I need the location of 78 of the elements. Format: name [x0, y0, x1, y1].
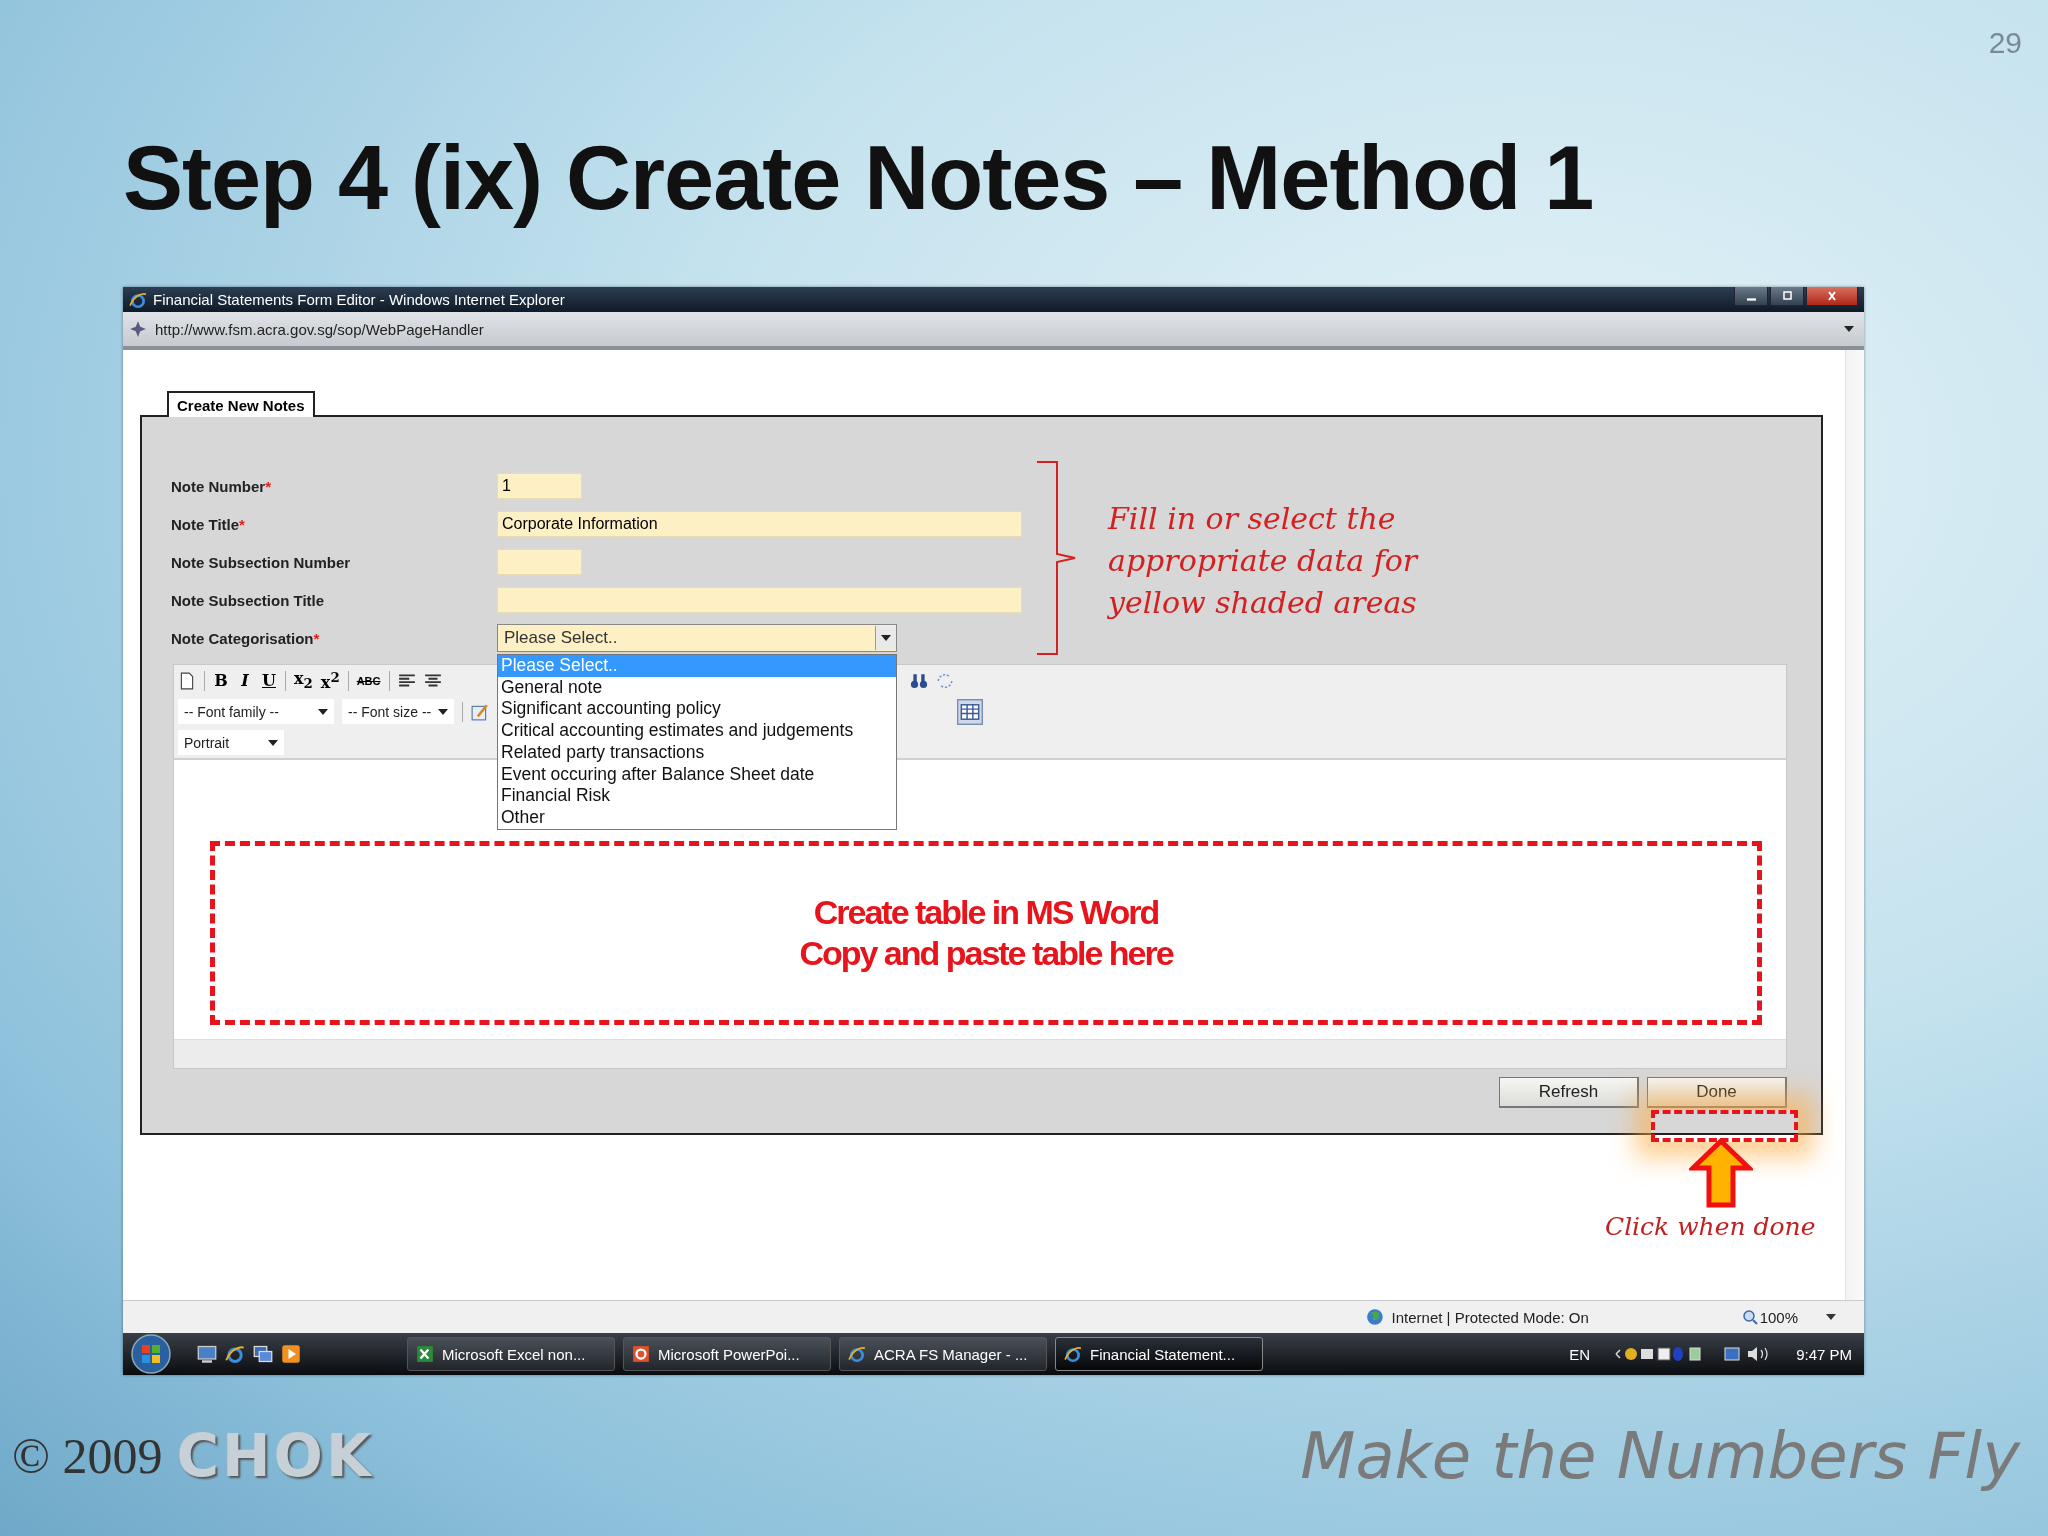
dropdown-option[interactable]: Event occuring after Balance Sheet date [498, 763, 896, 786]
window-title: Financial Statements Form Editor - Windows Internet Explorer [153, 291, 566, 308]
input-field[interactable] [497, 587, 1022, 613]
caret-icon [268, 739, 278, 746]
spreadsheet-icon [416, 1345, 434, 1363]
zoom-control[interactable]: 100% [1741, 1308, 1799, 1326]
copyright-text: © 2009 [12, 1426, 163, 1485]
security-zone-text: Internet | Protected Mode: On [1391, 1308, 1590, 1326]
dropdown-option[interactable]: Significant accounting policy [498, 698, 896, 721]
field-label: Note Subsection Title [171, 591, 326, 609]
font-family-select[interactable]: -- Font family -- [178, 699, 334, 724]
input-field[interactable] [497, 549, 582, 575]
browser-icon [848, 1345, 866, 1363]
presentation-icon [632, 1345, 650, 1363]
category-dropdown[interactable]: Please Select.. [497, 624, 897, 652]
annotation-text: Fill in or select the appropriate data for yellow shaded areas [1108, 500, 1418, 622]
windows-stack-icon[interactable] [253, 1344, 273, 1364]
caret-icon [438, 708, 448, 715]
edit-table-icon[interactable] [471, 702, 489, 721]
dropdown-option[interactable]: Financial Risk [498, 785, 896, 807]
required-marker: * [239, 515, 245, 533]
browser-icon[interactable] [225, 1344, 245, 1364]
table-icon[interactable] [957, 698, 983, 725]
instruction-text: Create table in MS Word Copy and paste table here [799, 892, 1173, 974]
form-tab[interactable]: Create New Notes [167, 391, 315, 417]
clock: 9:47 PM [1796, 1345, 1852, 1363]
taskbar-button[interactable]: Microsoft Excel non... [407, 1337, 615, 1371]
annotation-text: Click when done [1605, 1212, 1816, 1241]
format-button[interactable]: ABC [356, 674, 381, 687]
start-button[interactable] [131, 1334, 171, 1374]
field-label: Note Title* [171, 515, 246, 533]
close-button[interactable] [1806, 287, 1858, 306]
required-marker: * [265, 477, 272, 495]
dropdown-option[interactable]: General note [498, 676, 896, 699]
required-marker: * [313, 629, 320, 647]
browser-icon [1064, 1345, 1082, 1363]
format-button[interactable]: U [261, 671, 277, 690]
taskbar-button[interactable]: Microsoft PowerPoi... [623, 1337, 831, 1371]
orientation-select[interactable]: Portrait [178, 730, 284, 755]
play-icon[interactable] [281, 1344, 301, 1364]
input-field[interactable]: 1 [497, 473, 582, 499]
globe-icon [1365, 1308, 1384, 1326]
page-number: 29 [1988, 26, 2022, 60]
tagline-text: Make the Numbers Fly [1300, 1418, 2020, 1493]
field-label: Note Categorisation* [171, 629, 321, 647]
slide-title: Step 4 (ix) Create Notes – Method 1 [123, 127, 1594, 230]
dropdown-arrow-icon [881, 635, 891, 641]
format-button[interactable]: x$_{2}$ [294, 669, 313, 692]
language-indicator[interactable]: EN [1569, 1345, 1591, 1363]
desktop-icon[interactable] [197, 1344, 217, 1364]
field-label: Note Number* [171, 477, 273, 495]
taskbar-button[interactable]: ACRA FS Manager - ... [839, 1337, 1047, 1371]
dropdown-option[interactable]: Other [498, 806, 896, 829]
minimize-button[interactable] [1734, 287, 1768, 306]
browser-icon [129, 290, 147, 309]
field-label: Note Subsection Number [171, 553, 352, 571]
page-icon [129, 320, 147, 338]
up-arrow-icon [1689, 1138, 1753, 1208]
url-text: http://www.fsm.acra.gov.sg/sop/WebPageHandler [155, 320, 485, 338]
caret-icon [318, 708, 328, 715]
binoculars-icon[interactable] [909, 671, 928, 690]
format-button[interactable]: B [213, 671, 229, 690]
address-bar[interactable]: http://www.fsm.acra.gov.sg/sop/WebPageHandler [123, 312, 1864, 350]
minimize-icon [1746, 297, 1756, 301]
format-button[interactable]: I [237, 671, 253, 690]
font-size-select[interactable]: -- Font size -- [342, 699, 454, 724]
restore-button[interactable] [1770, 287, 1804, 306]
done-button[interactable]: Done [1647, 1077, 1787, 1108]
zoom-icon [1741, 1309, 1758, 1325]
logo-text: CHOK [176, 1421, 374, 1490]
input-field[interactable]: Corporate Information [497, 511, 1022, 537]
new-document-icon[interactable] [178, 671, 196, 690]
format-button[interactable]: x$^{2}$ [320, 668, 340, 693]
taskbar-button[interactable]: Financial Statement... [1055, 1337, 1263, 1371]
dropdown-arrow-icon[interactable] [1826, 1314, 1836, 1320]
dropdown-arrow-icon[interactable] [1844, 326, 1854, 332]
dropdown-option[interactable]: Critical accounting estimates and judgements [498, 720, 896, 742]
refresh-button[interactable]: Refresh [1499, 1077, 1639, 1108]
